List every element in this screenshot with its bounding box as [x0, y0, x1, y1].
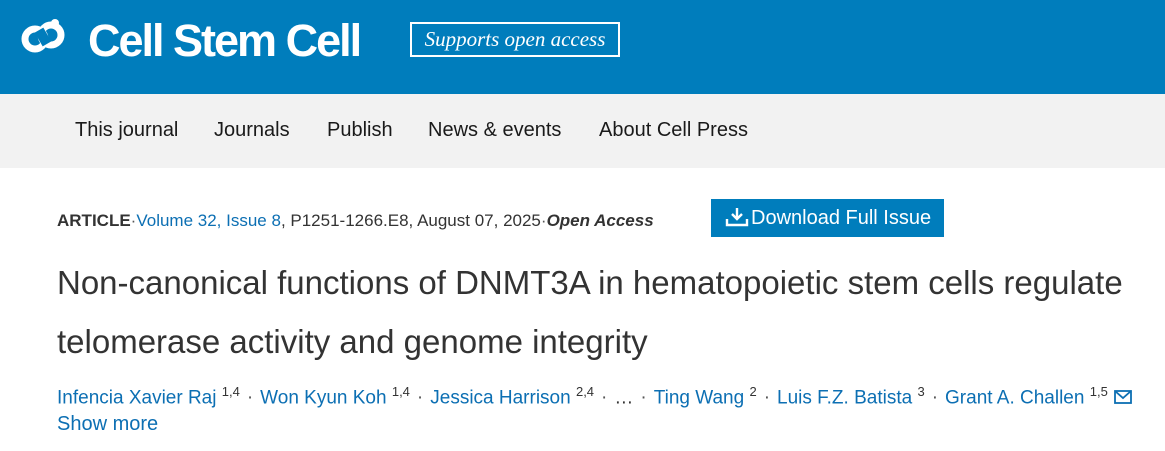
- article-title: Non-canonical functions of DNMT3A in hem…: [57, 264, 1123, 360]
- volume-issue-link[interactable]: Volume 32, Issue 8: [136, 211, 281, 230]
- nav-publish[interactable]: Publish: [327, 118, 393, 142]
- affiliation-sup[interactable]: 1,5: [1090, 384, 1108, 399]
- nav-this-journal[interactable]: This journal: [75, 118, 178, 142]
- author-link[interactable]: Infencia Xavier Raj: [57, 387, 216, 408]
- author-link[interactable]: Jessica Harrison: [430, 387, 570, 408]
- nav-about-cell-press[interactable]: About Cell Press: [599, 118, 748, 142]
- article-meta: ARTICLE·Volume 32, Issue 8, P1251-1266.E…: [57, 211, 654, 230]
- author-list: Infencia Xavier Raj 1,4 · Won Kyun Koh 1,4…: [57, 380, 1132, 410]
- site-header: Cell Stem Cell Supports open access: [0, 0, 1165, 94]
- main-nav: This journal Journals Publish News & eve…: [0, 94, 1165, 168]
- article-type: ARTICLE: [57, 211, 131, 230]
- open-access-badge[interactable]: Supports open access: [410, 22, 620, 57]
- affiliation-sup[interactable]: 2: [749, 384, 756, 399]
- nav-news-events[interactable]: News & events: [428, 118, 561, 142]
- show-more-link[interactable]: Show more: [57, 412, 158, 436]
- author-link[interactable]: Luis F.Z. Batista: [777, 387, 912, 408]
- access-label: Open Access: [546, 211, 654, 230]
- download-full-issue-button[interactable]: Download Full Issue: [711, 199, 944, 237]
- affiliation-sup[interactable]: 1,4: [222, 384, 240, 399]
- article-pages: P1251-1266.E8: [290, 211, 409, 230]
- envelope-icon[interactable]: [1113, 390, 1132, 405]
- author-link[interactable]: Ting Wang: [654, 387, 744, 408]
- cell-press-logo-icon[interactable]: [20, 15, 66, 61]
- download-icon: [725, 208, 749, 227]
- affiliation-sup[interactable]: 1,4: [392, 384, 410, 399]
- publication-date: August 07, 2025: [417, 211, 541, 230]
- author-link[interactable]: Grant A. Challen: [945, 387, 1084, 408]
- author-link[interactable]: Won Kyun Koh: [260, 387, 386, 408]
- affiliation-sup[interactable]: 3: [917, 384, 924, 399]
- journal-name[interactable]: Cell Stem Cell: [88, 13, 362, 68]
- authors-ellipsis[interactable]: …: [614, 387, 633, 408]
- download-label: Download Full Issue: [751, 207, 932, 229]
- nav-journals[interactable]: Journals: [214, 118, 290, 142]
- affiliation-sup[interactable]: 2,4: [576, 384, 594, 399]
